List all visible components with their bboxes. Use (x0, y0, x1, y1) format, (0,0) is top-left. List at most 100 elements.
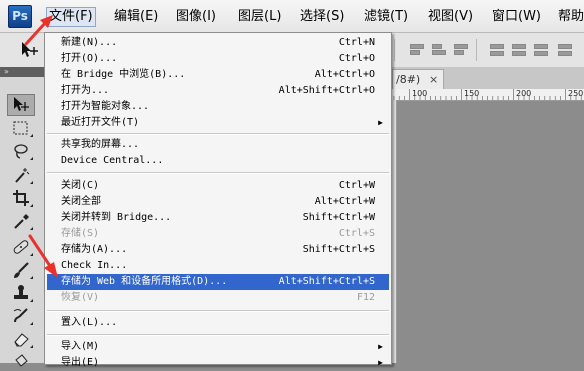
menu-item-label: 导入(M) (61, 341, 100, 352)
distribute-left-icon[interactable] (556, 41, 572, 59)
healing-brush-tool[interactable] (8, 237, 34, 257)
horizontal-ruler: 100 150 200 250 (392, 89, 584, 101)
menu-item-shortcut: Ctrl+N (338, 37, 375, 48)
menu-item-label: 置入(L)... (61, 317, 118, 328)
eyedropper-icon (14, 214, 29, 229)
document-tab[interactable]: /8#) × (392, 69, 444, 90)
toolbox: » (0, 67, 45, 367)
menu-item-label: 打开为智能对象... (61, 101, 150, 112)
align-top-icon[interactable] (408, 41, 424, 59)
menu-item-shortcut: Alt+Shift+Ctrl+S (278, 276, 375, 287)
menu-item-shortcut: Shift+Ctrl+W (302, 212, 375, 223)
move-tool[interactable] (7, 94, 35, 116)
menu-item-label: 关闭(C) (61, 180, 100, 191)
menu-item-label: 打开为... (61, 85, 110, 96)
menu-item-label: 打开(O)... (61, 53, 118, 64)
bandage-icon (13, 240, 29, 254)
menu-item-shortcut: Alt+Shift+Ctrl+O (278, 85, 375, 96)
crop-tool-icon (13, 190, 29, 206)
gradient-tool[interactable] (8, 351, 34, 371)
menu-window[interactable]: 窗口(W) (490, 8, 543, 26)
menu-item-label: 新建(N)... (61, 37, 118, 48)
collapse-icon[interactable]: » (4, 67, 9, 77)
menu-item-import[interactable]: 导入(M) ▶ (47, 339, 389, 355)
lasso-tool[interactable] (8, 141, 34, 161)
menu-separator (47, 172, 389, 174)
menu-item-new[interactable]: 新建(N)... Ctrl+N (47, 35, 389, 51)
menu-edit[interactable]: 编辑(E) (112, 8, 160, 26)
menu-item-check-in[interactable]: Check In... (47, 258, 389, 274)
menu-item-place[interactable]: 置入(L)... (47, 315, 389, 331)
lasso-tool-icon (14, 144, 28, 159)
menu-item-device-central[interactable]: Device Central... (47, 153, 389, 169)
align-vcenter-icon[interactable] (430, 41, 446, 59)
menu-item-shortcut: Ctrl+O (338, 53, 375, 64)
menu-separator (47, 133, 389, 135)
options-separator (394, 39, 395, 61)
menu-item-shortcut: Shift+Ctrl+S (302, 244, 375, 255)
menu-item-share-screen[interactable]: 共享我的屏幕... (47, 137, 389, 153)
eyedropper-tool[interactable] (8, 211, 34, 231)
menu-item-label: 恢复(V) (61, 292, 100, 303)
crop-tool[interactable] (8, 188, 34, 208)
menu-item-label: 导出(E) (61, 357, 100, 368)
menu-filter[interactable]: 滤镜(T) (362, 8, 410, 26)
toolbox-header[interactable]: » (0, 67, 44, 77)
submenu-arrow-icon: ▶ (378, 118, 383, 127)
menu-item-export[interactable]: 导出(E) ▶ (47, 355, 389, 371)
magic-wand-tool[interactable] (8, 165, 34, 185)
menu-item-label: 在 Bridge 中浏览(B)... (61, 69, 186, 80)
eraser-tool[interactable] (8, 329, 34, 349)
brush-icon (14, 262, 29, 278)
menu-item-shortcut: F12 (356, 292, 375, 303)
marquee-tool-icon (13, 121, 28, 135)
menu-item-close[interactable]: 关闭(C) Ctrl+W (47, 178, 389, 194)
menu-bar: Ps 文件(F) 编辑(E) 图像(I) 图层(L) 选择(S) 滤镜(T) 视… (0, 0, 584, 33)
history-brush-tool[interactable] (8, 306, 34, 326)
menu-item-open-smart-object[interactable]: 打开为智能对象... (47, 99, 389, 115)
marquee-tool[interactable] (8, 118, 34, 138)
menu-item-recent-files[interactable]: 最近打开文件(T) ▶ (47, 115, 389, 131)
brush-tool[interactable] (8, 260, 34, 280)
menu-layer[interactable]: 图层(L) (236, 8, 283, 26)
distribute-bottom-icon[interactable] (532, 41, 548, 59)
clone-stamp-tool[interactable] (8, 283, 34, 303)
menu-item-label: 存储为(A)... (61, 244, 128, 255)
menu-item-shortcut: Ctrl+S (338, 228, 375, 239)
menu-item-label: 存储为 Web 和设备所用格式(D)... (61, 276, 228, 287)
stamp-icon (14, 285, 28, 299)
menu-item-open[interactable]: 打开(O)... Ctrl+O (47, 51, 389, 67)
menu-item-close-all[interactable]: 关闭全部 Alt+Ctrl+W (47, 194, 389, 210)
distribute-vcenter-icon[interactable] (510, 41, 526, 59)
document-tab-bar: /8#) × (392, 67, 584, 90)
menu-item-save-as[interactable]: 存储为(A)... Shift+Ctrl+S (47, 242, 389, 258)
menu-select[interactable]: 选择(S) (298, 8, 346, 26)
menu-view[interactable]: 视图(V) (426, 8, 475, 26)
close-icon[interactable]: × (429, 70, 438, 90)
menu-item-save: 存储(S) Ctrl+S (47, 226, 389, 242)
menu-item-browse-bridge[interactable]: 在 Bridge 中浏览(B)... Alt+Ctrl+O (47, 67, 389, 83)
ruler-label: 200 (516, 89, 532, 98)
menu-item-label: Device Central... (61, 155, 164, 166)
photoshop-logo: Ps (8, 5, 32, 28)
options-separator (476, 39, 477, 61)
menu-item-label: 最近打开文件(T) (61, 117, 140, 128)
menu-file[interactable]: 文件(F) (46, 7, 96, 27)
move-tool-icon[interactable] (20, 41, 40, 59)
menu-image[interactable]: 图像(I) (174, 8, 218, 26)
menu-item-close-go-bridge[interactable]: 关闭并转到 Bridge... Shift+Ctrl+W (47, 210, 389, 226)
distribute-top-icon[interactable] (488, 41, 504, 59)
menu-item-save-for-web[interactable]: 存储为 Web 和设备所用格式(D)... Alt+Shift+Ctrl+S (47, 274, 389, 290)
menu-help[interactable]: 帮助 (556, 8, 584, 26)
submenu-arrow-icon: ▶ (378, 342, 383, 351)
menu-item-shortcut: Ctrl+W (338, 180, 375, 191)
menu-item-label: 关闭全部 (61, 196, 101, 207)
vertical-ruler (392, 100, 397, 363)
menu-separator (47, 334, 389, 336)
menu-item-label: 关闭并转到 Bridge... (61, 212, 172, 223)
menu-item-label: 存储(S) (61, 228, 100, 239)
menu-item-open-as[interactable]: 打开为... Alt+Shift+Ctrl+O (47, 83, 389, 99)
align-bottom-icon[interactable] (452, 41, 468, 59)
move-tool-icon (14, 97, 29, 111)
file-menu: 新建(N)... Ctrl+N 打开(O)... Ctrl+O 在 Bridge 中… (44, 32, 392, 368)
